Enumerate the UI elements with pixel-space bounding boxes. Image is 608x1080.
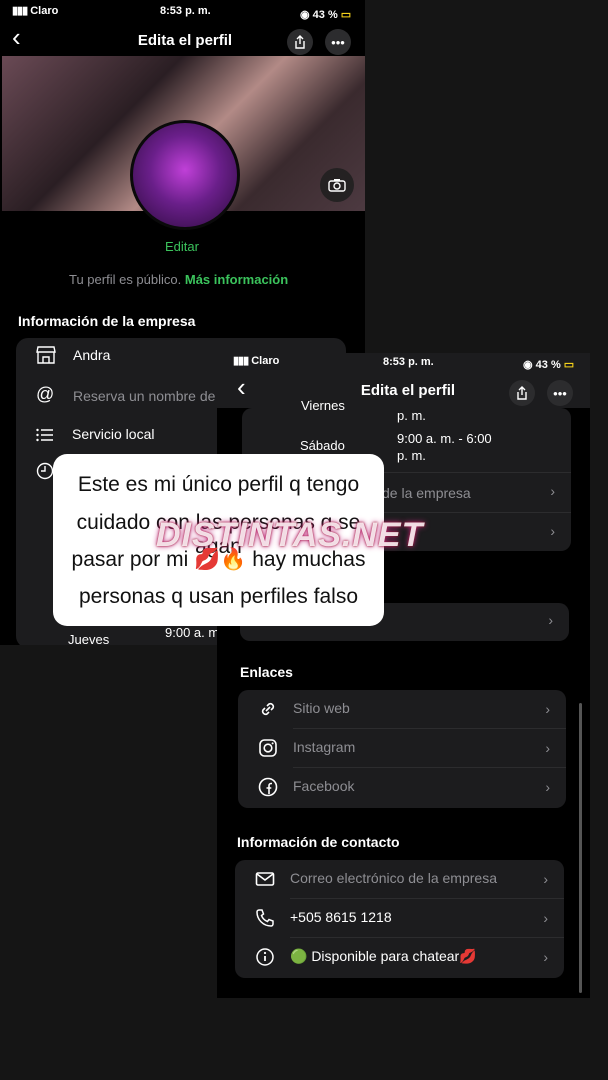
- phone-row[interactable]: +505 8615 1218 ›: [235, 899, 564, 938]
- camera-icon[interactable]: [320, 168, 354, 202]
- chat-availability-row[interactable]: 🟢 Disponible para chatear💋 ›: [235, 938, 564, 977]
- status-time: 8:53 p. m.: [160, 5, 211, 17]
- email-row[interactable]: Correo electrónico de la empresa ›: [235, 860, 564, 899]
- share-icon[interactable]: [509, 380, 535, 406]
- business-info-title: Información de la empresa: [18, 313, 196, 329]
- edit-photo-link[interactable]: Editar: [165, 239, 199, 254]
- scrollbar[interactable]: [579, 703, 582, 993]
- instagram-row[interactable]: Instagram ›: [238, 729, 566, 768]
- facebook-icon: [258, 777, 278, 797]
- store-icon: [36, 346, 56, 364]
- status-time: 8:53 p. m.: [383, 356, 434, 368]
- hours-time-value: 9:00 a. m.: [165, 625, 223, 640]
- battery-indicator: ◉ 43 % ▭: [300, 9, 352, 21]
- public-profile-note: Tu perfil es público. Más información: [69, 272, 289, 287]
- list-icon: [36, 428, 53, 442]
- facebook-row[interactable]: Facebook ›: [238, 768, 566, 807]
- clock-icon: [36, 462, 54, 480]
- sticker-line: personas q usan perfiles falso: [79, 585, 358, 608]
- more-options-icon[interactable]: •••: [325, 29, 351, 55]
- info-icon: [256, 948, 274, 966]
- battery-indicator: ◉ 43 % ▭: [523, 359, 575, 371]
- hours-day-label: Sábado: [300, 438, 345, 453]
- status-bar: ▮▮▮ Claro: [12, 5, 59, 17]
- watermark: DISTINTAS.NET: [156, 516, 424, 554]
- page-title: Edita el perfil: [137, 32, 233, 49]
- mail-icon: [255, 872, 275, 886]
- front-screenshot: ▮▮▮ Claro 8:53 p. m. ◉ 43 % ▭ ‹ Edita el…: [217, 353, 590, 998]
- contact-title: Información de contacto: [237, 834, 400, 850]
- back-icon[interactable]: ‹: [237, 372, 246, 403]
- instagram-icon: [259, 739, 277, 757]
- hours-time-value: 9:00 a. m. - 6:00: [397, 431, 492, 446]
- links-card: Sitio web › Instagram › Facebook ›: [238, 690, 566, 808]
- status-bar: ▮▮▮ Claro: [233, 355, 280, 367]
- more-options-icon[interactable]: •••: [547, 380, 573, 406]
- more-info-link[interactable]: Más información: [185, 272, 288, 287]
- avatar[interactable]: [130, 120, 240, 230]
- page-title: Edita el perfil: [360, 382, 456, 399]
- back-icon[interactable]: ‹: [12, 22, 21, 53]
- hours-day-label: Viernes: [301, 398, 345, 413]
- at-icon: @: [36, 384, 55, 404]
- share-icon[interactable]: [287, 29, 313, 55]
- hours-time-value: p. m.: [397, 408, 426, 423]
- link-icon: [261, 702, 275, 716]
- website-row[interactable]: Sitio web ›: [238, 690, 566, 729]
- contact-card: Correo electrónico de la empresa › +505 8…: [235, 860, 564, 978]
- hours-time-value: p. m.: [397, 448, 426, 463]
- links-title: Enlaces: [240, 664, 293, 680]
- hours-day-label: Jueves: [68, 632, 110, 645]
- phone-icon: [256, 909, 274, 927]
- sticker-line: Este es mi único perfil q tengo: [77, 473, 360, 496]
